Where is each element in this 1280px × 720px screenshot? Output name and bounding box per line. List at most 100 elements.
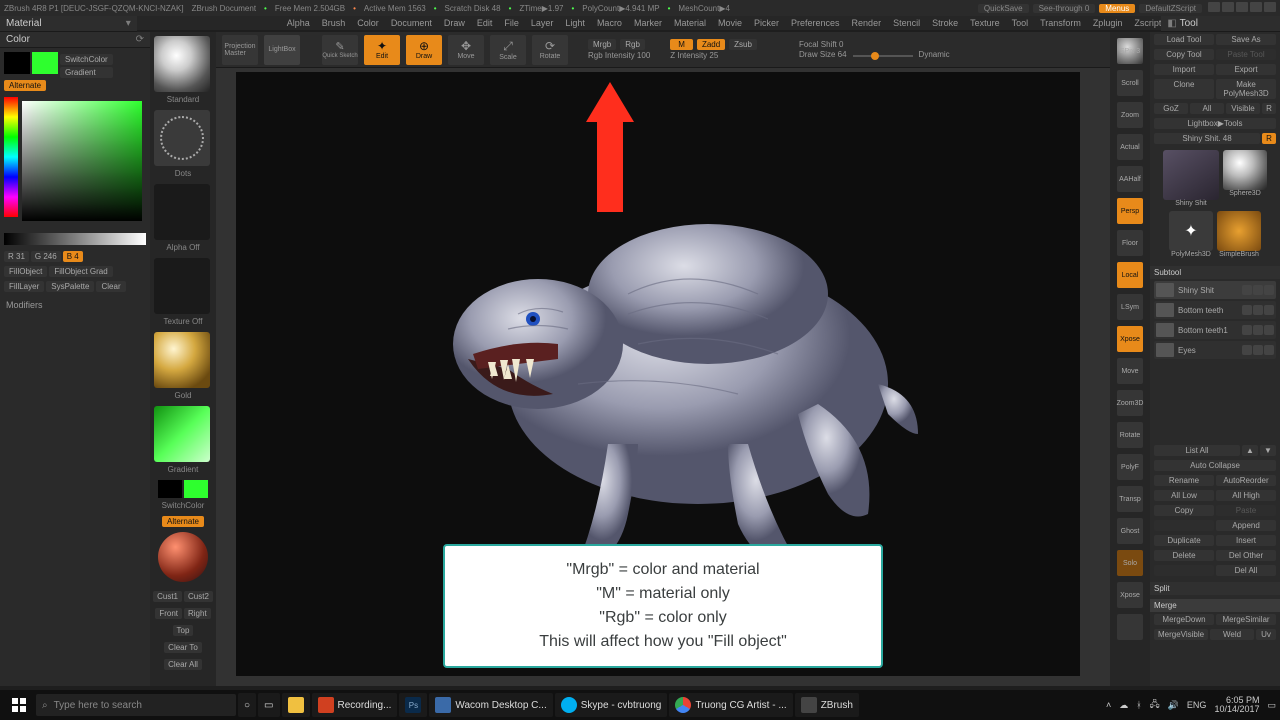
- autoreorder-button[interactable]: AutoReorder: [1216, 475, 1276, 486]
- stroke-dots[interactable]: [154, 110, 210, 166]
- mrgb-button[interactable]: Mrgb: [588, 39, 616, 50]
- local-button[interactable]: Local: [1117, 262, 1143, 288]
- draw-size-slider[interactable]: [853, 55, 913, 57]
- tool-thumb-main[interactable]: [1163, 150, 1219, 200]
- task-ps[interactable]: Ps: [399, 693, 427, 717]
- menu-light[interactable]: Light: [565, 18, 585, 28]
- menu-file[interactable]: File: [504, 18, 519, 28]
- fillobject-button[interactable]: FillObject: [4, 266, 47, 277]
- goz-button[interactable]: GoZ: [1154, 103, 1188, 114]
- lightbox-button[interactable]: LightBox: [264, 35, 300, 65]
- aahalf-button[interactable]: AAHalf: [1117, 166, 1143, 192]
- draw-size[interactable]: Draw Size 64: [799, 50, 847, 59]
- menu-marker[interactable]: Marker: [634, 18, 662, 28]
- tool-thumb-sphere[interactable]: [1223, 150, 1267, 190]
- delete-button[interactable]: Delete: [1154, 550, 1214, 561]
- clearto-button[interactable]: Clear To: [164, 642, 202, 653]
- fillobjectgrad-button[interactable]: FillObject Grad: [49, 266, 112, 277]
- tool-panel-head[interactable]: ◧ Tool: [1161, 16, 1280, 32]
- clearall-button[interactable]: Clear All: [164, 659, 202, 670]
- menu-picker[interactable]: Picker: [754, 18, 779, 28]
- tool-thumb-simple[interactable]: [1217, 211, 1261, 251]
- menu-alpha[interactable]: Alpha: [287, 18, 310, 28]
- import-button[interactable]: Import: [1154, 64, 1214, 75]
- rotate3d-button[interactable]: PolyF: [1117, 454, 1143, 480]
- g-value[interactable]: G 246: [31, 251, 61, 262]
- tray-vol-icon[interactable]: 🔊: [1168, 700, 1179, 711]
- edit-button[interactable]: ✦Edit: [364, 35, 400, 65]
- alternate-button[interactable]: Alternate: [4, 80, 46, 91]
- mergevisible-button[interactable]: MergeVisible: [1154, 629, 1208, 640]
- tray-lang[interactable]: ENG: [1187, 700, 1207, 710]
- mergesimilar-button[interactable]: MergeSimilar: [1216, 614, 1276, 625]
- task-zbrush[interactable]: ZBrush: [795, 693, 859, 717]
- gozvisible-button[interactable]: Visible: [1226, 103, 1260, 114]
- start-button[interactable]: [4, 693, 34, 717]
- menu-stencil[interactable]: Stencil: [893, 18, 920, 28]
- gradient-button[interactable]: Gradient: [60, 67, 113, 78]
- menu-macro[interactable]: Macro: [597, 18, 622, 28]
- rename-button[interactable]: Rename: [1154, 475, 1214, 486]
- zoom3d-button[interactable]: Rotate: [1117, 422, 1143, 448]
- zadd-button[interactable]: Zadd: [697, 39, 725, 50]
- alpha-slot[interactable]: [154, 184, 210, 240]
- alternate2-button[interactable]: Alternate: [162, 516, 204, 527]
- material-panel-head[interactable]: Material▾: [0, 16, 137, 32]
- menu-edit[interactable]: Edit: [477, 18, 493, 28]
- subtool-item-2[interactable]: Bottom teeth1: [1154, 321, 1276, 339]
- tray-up-icon[interactable]: ˄: [1106, 700, 1111, 710]
- move3d-button[interactable]: Zoom3D: [1117, 390, 1143, 416]
- alllow-button[interactable]: All Low: [1154, 490, 1214, 501]
- menu-brush[interactable]: Brush: [322, 18, 346, 28]
- menu-color[interactable]: Color: [357, 18, 379, 28]
- goz-r-button[interactable]: R: [1262, 103, 1276, 114]
- cust1-button[interactable]: Cust1: [153, 591, 182, 602]
- quick-sketch-button[interactable]: ✎Quick Sketch: [322, 35, 358, 65]
- tray-cloud-icon[interactable]: ☁: [1119, 700, 1128, 711]
- copytool-button[interactable]: Copy Tool: [1154, 49, 1214, 60]
- system-tray[interactable]: ˄ ☁ ᚼ 🖧 🔊 ENG 6:05 PM10/14/2017 ▭: [1106, 696, 1276, 714]
- xpose2-button[interactable]: [1117, 614, 1143, 640]
- m-button[interactable]: M: [670, 39, 693, 50]
- saveas-button[interactable]: Save As: [1216, 34, 1276, 45]
- dynamic-toggle[interactable]: Dynamic: [919, 50, 950, 59]
- listall-button[interactable]: List All: [1154, 445, 1240, 456]
- merge-header[interactable]: Merge: [1150, 599, 1280, 612]
- allhigh-button[interactable]: All High: [1216, 490, 1276, 501]
- xpose-button[interactable]: Xpose: [1117, 326, 1143, 352]
- export-button[interactable]: Export: [1216, 64, 1276, 75]
- split-header[interactable]: Split: [1150, 582, 1280, 595]
- hue-strip[interactable]: [4, 97, 18, 217]
- insert-button[interactable]: Insert: [1216, 535, 1276, 546]
- menu-movie[interactable]: Movie: [718, 18, 742, 28]
- copy-button[interactable]: Copy: [1154, 505, 1214, 516]
- frame-button[interactable]: Move: [1117, 358, 1143, 384]
- subtool-header[interactable]: Subtool: [1150, 266, 1280, 279]
- down-button[interactable]: ▼: [1260, 445, 1276, 456]
- task-wacom[interactable]: Wacom Desktop C...: [429, 693, 552, 717]
- clear-button[interactable]: Clear: [96, 281, 125, 292]
- delother-button[interactable]: Del Other: [1216, 550, 1276, 561]
- r-value[interactable]: R 31: [4, 251, 29, 262]
- zoom-button[interactable]: Zoom: [1117, 102, 1143, 128]
- rotate-button[interactable]: ⟳Rotate: [532, 35, 568, 65]
- mini-green[interactable]: [184, 480, 208, 498]
- uv-button[interactable]: Uv: [1256, 629, 1276, 640]
- mini-black[interactable]: [158, 480, 182, 498]
- paste-button[interactable]: Paste: [1216, 505, 1276, 516]
- syspalette-button[interactable]: SysPalette: [46, 281, 94, 292]
- weld-button[interactable]: Weld: [1210, 629, 1254, 640]
- subtool-item-1[interactable]: Bottom teeth: [1154, 301, 1276, 319]
- append-button[interactable]: Append: [1216, 520, 1276, 531]
- taskview-icon[interactable]: ▭: [258, 693, 279, 717]
- gradient-slot[interactable]: [154, 406, 210, 462]
- cust2-button[interactable]: Cust2: [184, 591, 213, 602]
- texture-slot[interactable]: [154, 258, 210, 314]
- search-input[interactable]: ⌕Type here to search: [36, 694, 236, 716]
- material-gold[interactable]: [154, 332, 210, 388]
- ghost-button[interactable]: Solo: [1117, 550, 1143, 576]
- subtool-item-0[interactable]: Shiny Shit: [1154, 281, 1276, 299]
- seethrough-slider[interactable]: See-through 0: [1033, 4, 1096, 13]
- material-ball[interactable]: [158, 532, 208, 582]
- menu-zscript[interactable]: Zscript: [1134, 18, 1161, 28]
